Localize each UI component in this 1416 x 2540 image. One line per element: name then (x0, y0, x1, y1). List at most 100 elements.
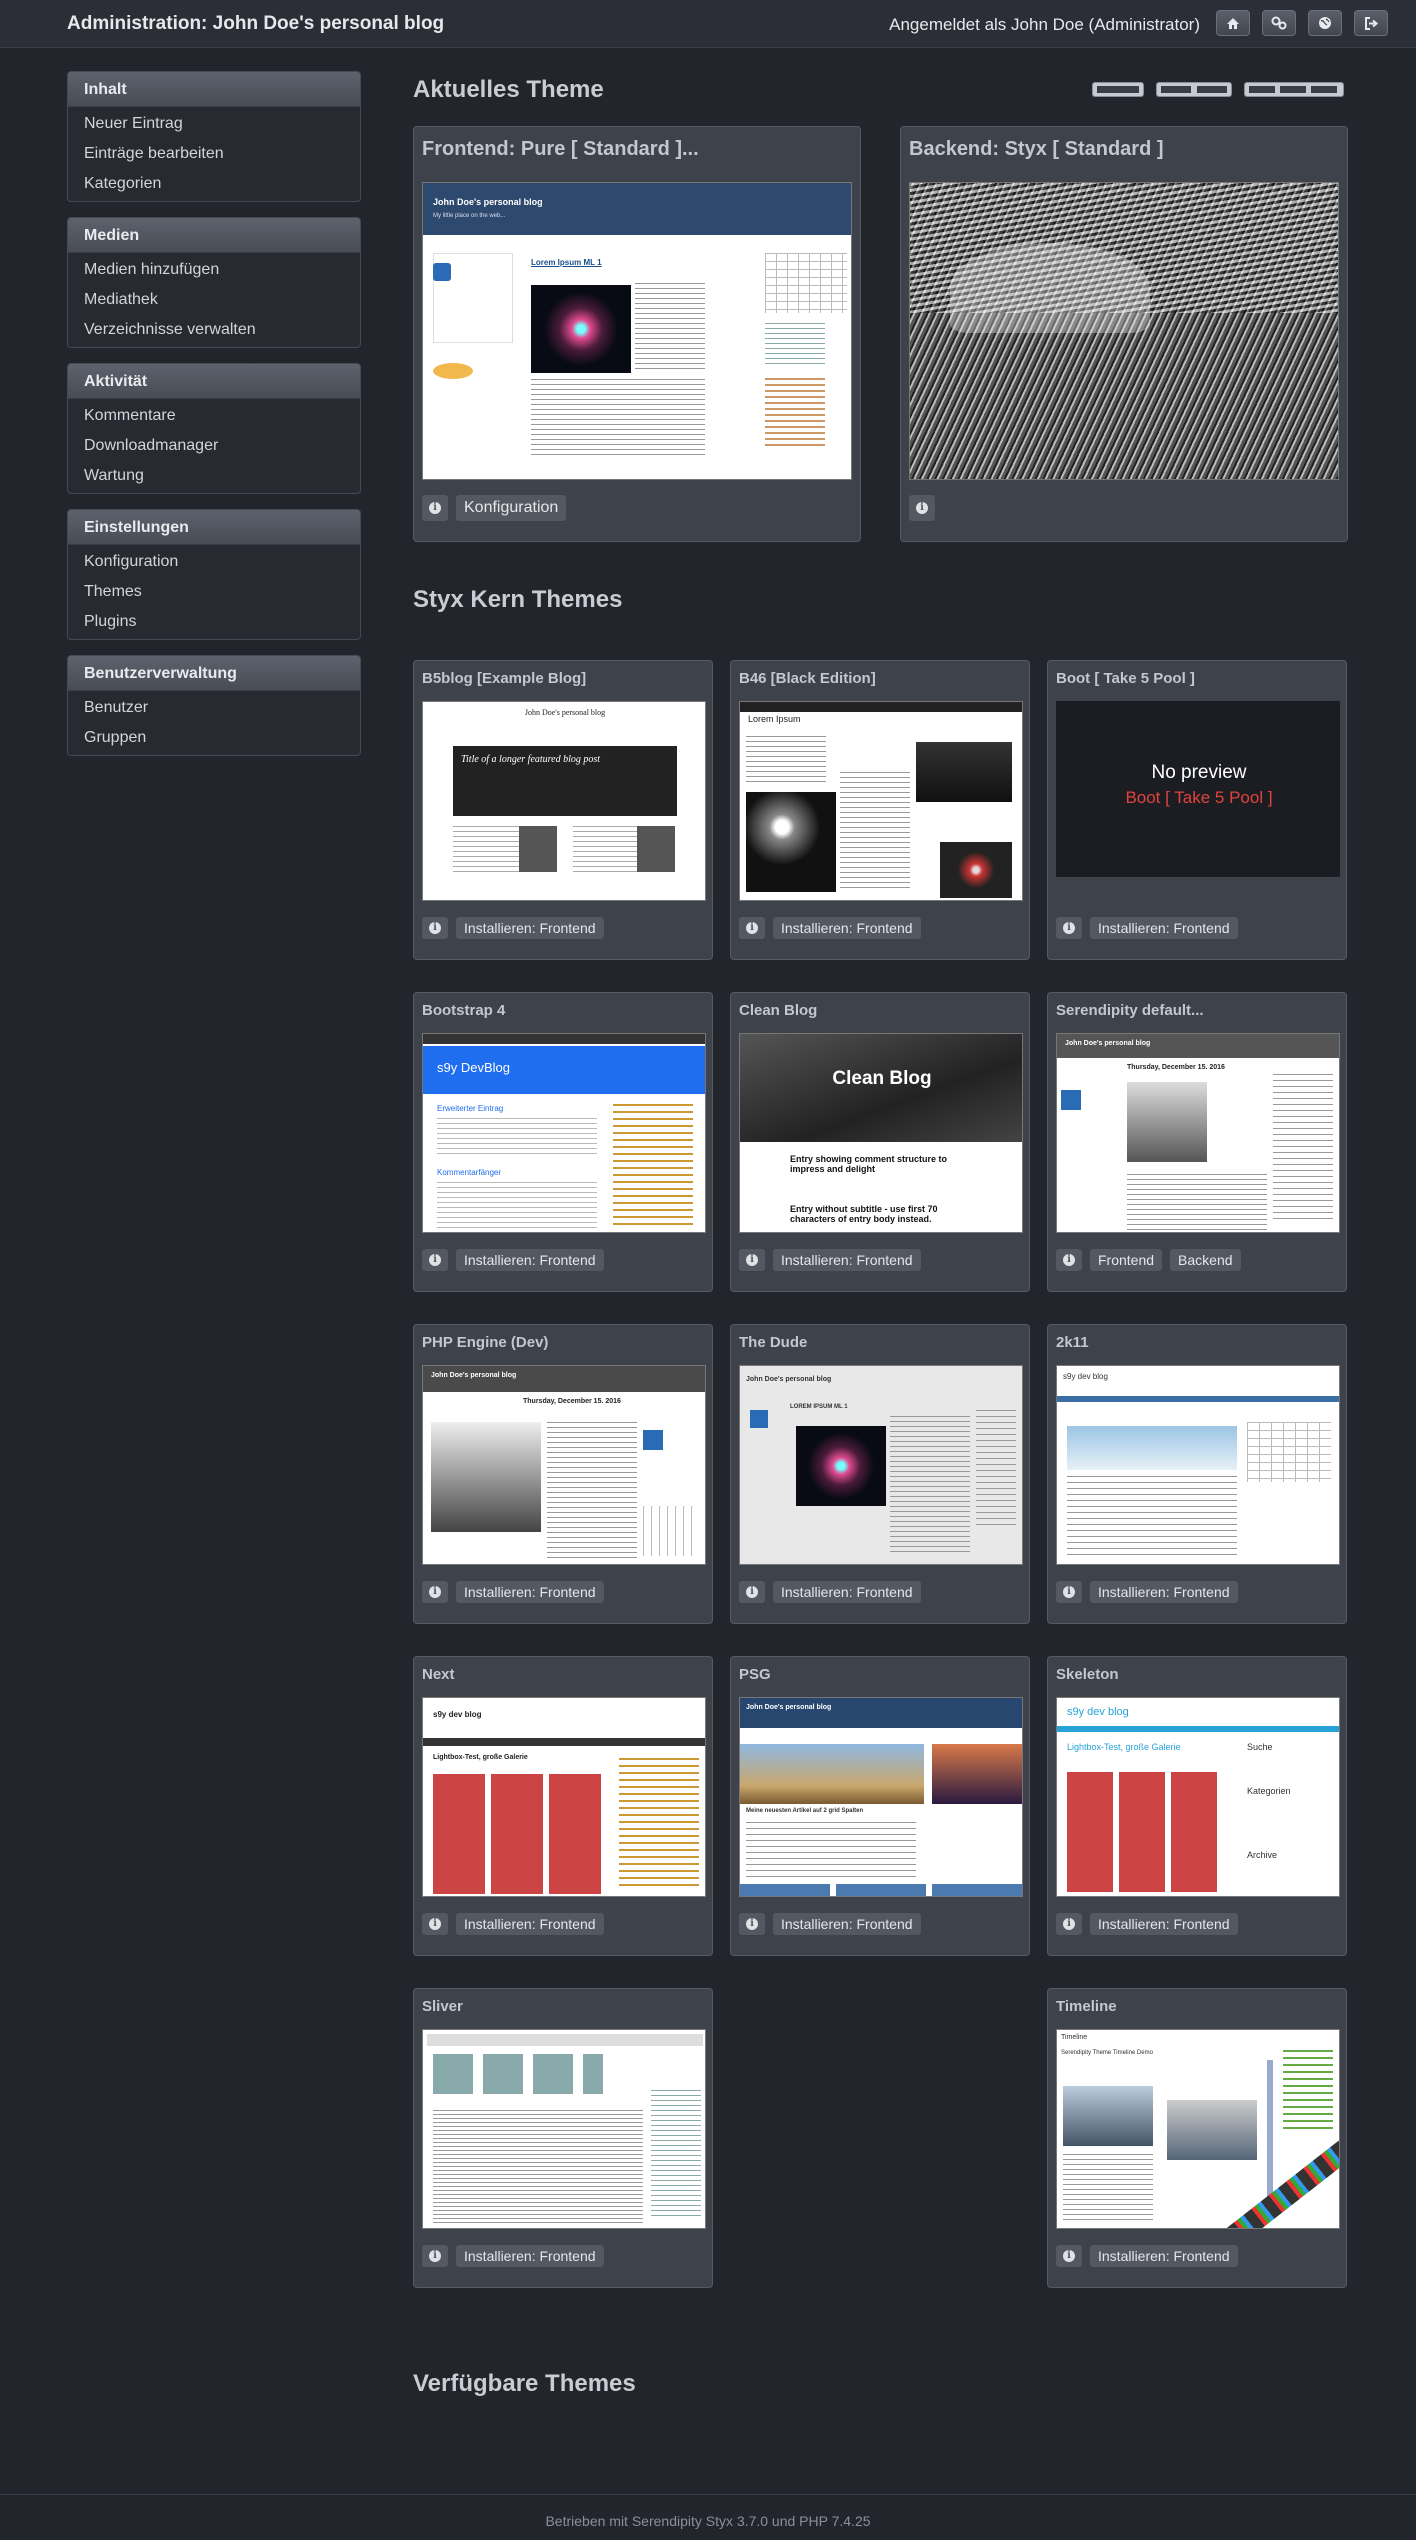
sidebar-heading: Benutzerverwaltung (68, 656, 360, 691)
sidebar-item-media-library[interactable]: Mediathek (68, 285, 360, 315)
preview-text: Thursday, December 15. 2016 (523, 1398, 621, 1405)
globe-icon[interactable] (1308, 10, 1342, 36)
install-frontend-button[interactable]: Installieren: Frontend (1090, 2245, 1238, 2267)
theme-name: Sliver (422, 1998, 463, 2015)
sidebar-group-users: Benutzerverwaltung Benutzer Gruppen (67, 655, 361, 756)
preview-text: Suche (1247, 1742, 1273, 1752)
backend-button[interactable]: Backend (1170, 1249, 1241, 1271)
preview-text: Meine neuesten Artikel auf 2 grid Spalte… (746, 1808, 864, 1814)
preview-text: Lightbox-Test, große Galerie (433, 1754, 528, 1761)
theme-actions: i Installieren: Frontend (739, 1913, 921, 1935)
sidebar-item-new-entry[interactable]: Neuer Eintrag (68, 109, 360, 139)
install-frontend-button[interactable]: Installieren: Frontend (456, 2245, 604, 2267)
install-frontend-button[interactable]: Installieren: Frontend (456, 1581, 604, 1603)
theme-name: Clean Blog (739, 1002, 818, 1019)
install-frontend-button[interactable]: Installieren: Frontend (456, 1913, 604, 1935)
info-icon[interactable]: i (1056, 1249, 1082, 1271)
info-icon[interactable]: i (1056, 1581, 1082, 1603)
install-frontend-button[interactable]: Installieren: Frontend (456, 917, 604, 939)
sidebar-item-download-manager[interactable]: Downloadmanager (68, 431, 360, 461)
install-frontend-button[interactable]: Installieren: Frontend (773, 1249, 921, 1271)
sidebar-item-manage-directories[interactable]: Verzeichnisse verwalten (68, 315, 360, 345)
sidebar: Inhalt Neuer Eintrag Einträge bearbeiten… (67, 71, 361, 771)
install-frontend-button[interactable]: Installieren: Frontend (773, 917, 921, 939)
theme-name: PHP Engine (Dev) (422, 1334, 549, 1351)
configuration-button[interactable]: Konfiguration (456, 495, 567, 521)
info-icon[interactable]: i (422, 2245, 448, 2267)
sidebar-group-settings: Einstellungen Konfiguration Themes Plugi… (67, 509, 361, 640)
theme-card-phpengine: PHP Engine (Dev) John Doe's personal blo… (413, 1324, 713, 1624)
sidebar-group-activity: Aktivität Kommentare Downloadmanager War… (67, 363, 361, 494)
theme-name: Next (422, 1666, 455, 1683)
theme-card-cleanblog: Clean Blog Clean Blog Entry showing comm… (730, 992, 1030, 1292)
frontend-button[interactable]: Frontend (1090, 1249, 1163, 1271)
settings-icon[interactable] (1262, 10, 1296, 36)
install-frontend-button[interactable]: Installieren: Frontend (1090, 917, 1238, 939)
view-small-button[interactable] (1244, 82, 1344, 97)
info-icon[interactable]: i (422, 1913, 448, 1935)
theme-card-psg: PSG John Doe's personal blog Meine neues… (730, 1656, 1030, 1956)
sidebar-item-plugins[interactable]: Plugins (68, 607, 360, 637)
sidebar-heading: Einstellungen (68, 510, 360, 545)
info-icon[interactable]: i (1056, 2245, 1082, 2267)
sidebar-item-themes[interactable]: Themes (68, 577, 360, 607)
info-icon[interactable]: i (909, 495, 935, 521)
theme-screenshot: John Doe's personal blog Meine neuesten … (739, 1697, 1023, 1897)
home-icon[interactable] (1216, 10, 1250, 36)
theme-screenshot: Lorem Ipsum (739, 701, 1023, 901)
info-icon[interactable]: i (422, 1249, 448, 1271)
logout-icon[interactable] (1354, 10, 1388, 36)
theme-screenshot: Clean Blog Entry showing comment structu… (739, 1033, 1023, 1233)
info-icon[interactable]: i (739, 1913, 765, 1935)
theme-screenshot: John Doe's personal blog LOREM IPSUM ML … (739, 1365, 1023, 1565)
view-medium-button[interactable] (1156, 82, 1232, 97)
info-icon[interactable]: i (739, 917, 765, 939)
theme-screenshot: John Doe's personal blog Thursday, Decem… (1056, 1033, 1340, 1233)
view-large-button[interactable] (1092, 82, 1144, 97)
info-icon[interactable]: i (1056, 1913, 1082, 1935)
sidebar-item-configuration[interactable]: Konfiguration (68, 547, 360, 577)
preview-text: LOREM IPSUM ML 1 (790, 1404, 848, 1410)
preview-text: Kommentarfänger (437, 1168, 502, 1177)
theme-actions: i Installieren: Frontend (739, 917, 921, 939)
theme-actions: i Installieren: Frontend (1056, 917, 1238, 939)
sidebar-item-users[interactable]: Benutzer (68, 693, 360, 723)
info-icon[interactable]: i (739, 1249, 765, 1271)
info-icon[interactable]: i (422, 1581, 448, 1603)
theme-card-default: Serendipity default... John Doe's person… (1047, 992, 1347, 1292)
sidebar-heading: Medien (68, 218, 360, 253)
current-frontend-actions: i Konfiguration (422, 495, 567, 521)
sidebar-item-edit-entries[interactable]: Einträge bearbeiten (68, 139, 360, 169)
theme-actions: i Installieren: Frontend (422, 917, 604, 939)
theme-screenshot: John Doe's personal blog Thursday, Decem… (422, 1365, 706, 1565)
preview-entry-title: Lorem Ipsum ML 1 (531, 258, 602, 267)
info-icon[interactable]: i (739, 1581, 765, 1603)
sidebar-item-add-media[interactable]: Medien hinzufügen (68, 255, 360, 285)
sidebar-item-comments[interactable]: Kommentare (68, 401, 360, 431)
install-frontend-button[interactable]: Installieren: Frontend (773, 1913, 921, 1935)
preview-text: Archive (1247, 1850, 1278, 1860)
theme-card-bootstrap4: Bootstrap 4 s9y DevBlog Erweiterter Eint… (413, 992, 713, 1292)
preview-text: John Doe's personal blog (746, 1376, 832, 1383)
info-icon[interactable]: i (1056, 917, 1082, 939)
install-frontend-button[interactable]: Installieren: Frontend (1090, 1581, 1238, 1603)
preview-text: Serendipity Theme Timeline Demo (1061, 2050, 1153, 2056)
preview-text: Erweiterter Eintrag (437, 1104, 504, 1113)
info-icon[interactable]: i (422, 495, 448, 521)
install-frontend-button[interactable]: Installieren: Frontend (773, 1581, 921, 1603)
theme-card-b46: B46 [Black Edition] Lorem Ipsum i Instal… (730, 660, 1030, 960)
core-themes-heading: Styx Kern Themes (413, 586, 623, 613)
sidebar-item-maintenance[interactable]: Wartung (68, 461, 360, 491)
theme-name: The Dude (739, 1334, 808, 1351)
preview-text: Entry showing comment structure to impre… (790, 1154, 948, 1174)
preview-blog-title: John Doe's personal blog (433, 197, 543, 207)
sidebar-item-groups[interactable]: Gruppen (68, 723, 360, 753)
theme-screenshot: s9y DevBlog Erweiterter Eintrag Kommenta… (422, 1033, 706, 1233)
logged-in-user: Angemeldet als John Doe (Administrator) (889, 15, 1200, 34)
install-frontend-button[interactable]: Installieren: Frontend (1090, 1913, 1238, 1935)
theme-card-skeleton: Skeleton s9y dev blog Lightbox-Test, gro… (1047, 1656, 1347, 1956)
install-frontend-button[interactable]: Installieren: Frontend (456, 1249, 604, 1271)
theme-name: 2k11 (1056, 1334, 1089, 1351)
info-icon[interactable]: i (422, 917, 448, 939)
sidebar-item-categories[interactable]: Kategorien (68, 169, 360, 199)
